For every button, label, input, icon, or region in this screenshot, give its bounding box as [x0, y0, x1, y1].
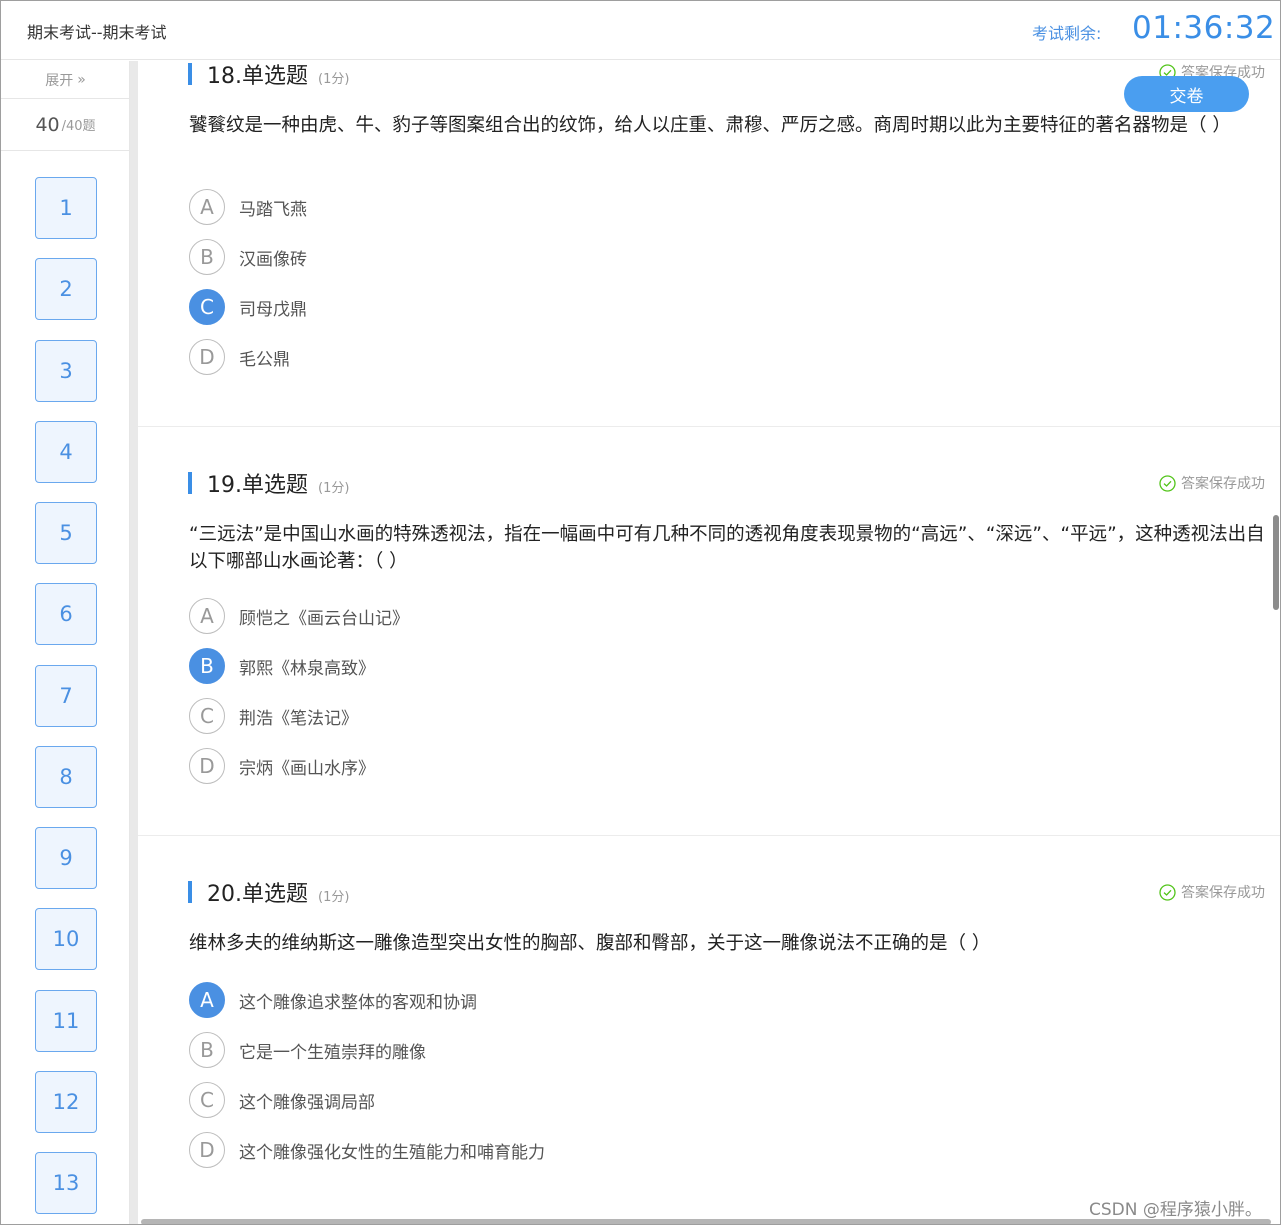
timer-label: 考试剩余: [1032, 24, 1102, 43]
option-b-selected[interactable]: B 郭熙《林泉高致》 [189, 648, 375, 684]
question-nav-6[interactable]: 6 [35, 583, 97, 645]
option-a-selected[interactable]: A 这个雕像追求整体的客观和协调 [189, 982, 477, 1018]
question-nav-sidebar: 展开 » 40 /40题 1 2 3 4 5 6 7 8 9 10 11 12 … [1, 61, 130, 1224]
question-card-19: 19.单选题 (1分) 答案保存成功 “三远法”是中国山水画的特殊透视法，指在一幅… [138, 427, 1280, 836]
option-d[interactable]: D 这个雕像强化女性的生殖能力和哺育能力 [189, 1132, 545, 1168]
submit-exam-button[interactable]: 交卷 [1124, 76, 1249, 112]
check-circle-icon [1159, 474, 1176, 492]
option-c[interactable]: C 荆浩《笔法记》 [189, 698, 358, 734]
title-accent-bar [188, 63, 192, 85]
expand-label: 展开 [45, 72, 74, 89]
question-nav-9[interactable]: 9 [35, 827, 97, 889]
question-nav-12[interactable]: 12 [35, 1071, 97, 1133]
question-title: 20.单选题 (1分) [207, 882, 350, 907]
exam-window: 期末考试--期末考试 考试剩余: 01:36:32 展开 » 40 /40题 1… [0, 0, 1281, 1225]
question-nav-10[interactable]: 10 [35, 908, 97, 970]
question-nav-5[interactable]: 5 [35, 502, 97, 564]
answered-count: 40 [35, 113, 60, 136]
title-accent-bar [188, 881, 192, 903]
question-nav-3[interactable]: 3 [35, 340, 97, 402]
question-nav-2[interactable]: 2 [35, 258, 97, 320]
option-b[interactable]: B 汉画像砖 [189, 239, 307, 275]
check-circle-icon [1159, 883, 1176, 901]
question-title: 19.单选题 (1分) [207, 473, 350, 498]
question-nav-7[interactable]: 7 [35, 665, 97, 727]
title-accent-bar [188, 472, 192, 494]
top-header: 期末考试--期末考试 考试剩余: 01:36:32 [1, 1, 1280, 60]
question-card-20: 20.单选题 (1分) 答案保存成功 维林多夫的维纳斯这一雕像造型突出女性的胸部、… [138, 836, 1280, 1224]
question-stem: 饕餮纹是一种由虎、牛、豹子等图案组合出的纹饰，给人以庄重、肃穆、严厉之感。商周时… [189, 115, 1231, 136]
question-nav-4[interactable]: 4 [35, 421, 97, 483]
save-status: 答案保存成功 [1159, 473, 1265, 493]
question-stem: “三远法”是中国山水画的特殊透视法，指在一幅画中可有几种不同的透视角度表现景物的… [189, 524, 1265, 572]
watermark: CSDN @程序猿小胖。 [1089, 1200, 1262, 1220]
option-a[interactable]: A 顾恺之《画云台山记》 [189, 598, 409, 634]
option-a[interactable]: A 马踏飞燕 [189, 189, 307, 225]
countdown-timer: 01:36:32 [1132, 10, 1276, 46]
option-d[interactable]: D 宗炳《画山水序》 [189, 748, 375, 784]
option-b[interactable]: B 它是一个生殖崇拜的雕像 [189, 1032, 426, 1068]
question-title: 18.单选题 (1分) [207, 64, 350, 89]
option-c[interactable]: C 这个雕像强调局部 [189, 1082, 375, 1118]
option-c-selected[interactable]: C 司母戊鼎 [189, 289, 307, 325]
question-nav-1[interactable]: 1 [35, 177, 97, 239]
sidebar-divider [130, 61, 138, 1224]
question-card-18: 18.单选题 (1分) 答案保存成功 饕餮纹是一种由虎、牛、豹子等图案组合出的纹饰… [138, 1, 1280, 427]
vertical-scrollbar[interactable] [1273, 515, 1279, 610]
question-nav-8[interactable]: 8 [35, 746, 97, 808]
exam-title: 期末考试--期末考试 [27, 23, 167, 42]
question-stem: 维林多夫的维纳斯这一雕像造型突出女性的胸部、腹部和臀部，关于这一雕像说法不正确的… [189, 933, 991, 954]
expand-button[interactable]: 展开 » [1, 61, 130, 99]
answered-counter: 40 /40题 [1, 99, 130, 151]
save-status: 答案保存成功 [1159, 882, 1265, 902]
double-chevron-right-icon: » [77, 71, 86, 88]
question-nav-13[interactable]: 13 [35, 1152, 97, 1214]
option-d[interactable]: D 毛公鼎 [189, 339, 290, 375]
question-list: 18.单选题 (1分) 答案保存成功 饕餮纹是一种由虎、牛、豹子等图案组合出的纹饰… [138, 61, 1280, 1224]
total-label: /40题 [61, 119, 96, 134]
question-nav-11[interactable]: 11 [35, 990, 97, 1052]
